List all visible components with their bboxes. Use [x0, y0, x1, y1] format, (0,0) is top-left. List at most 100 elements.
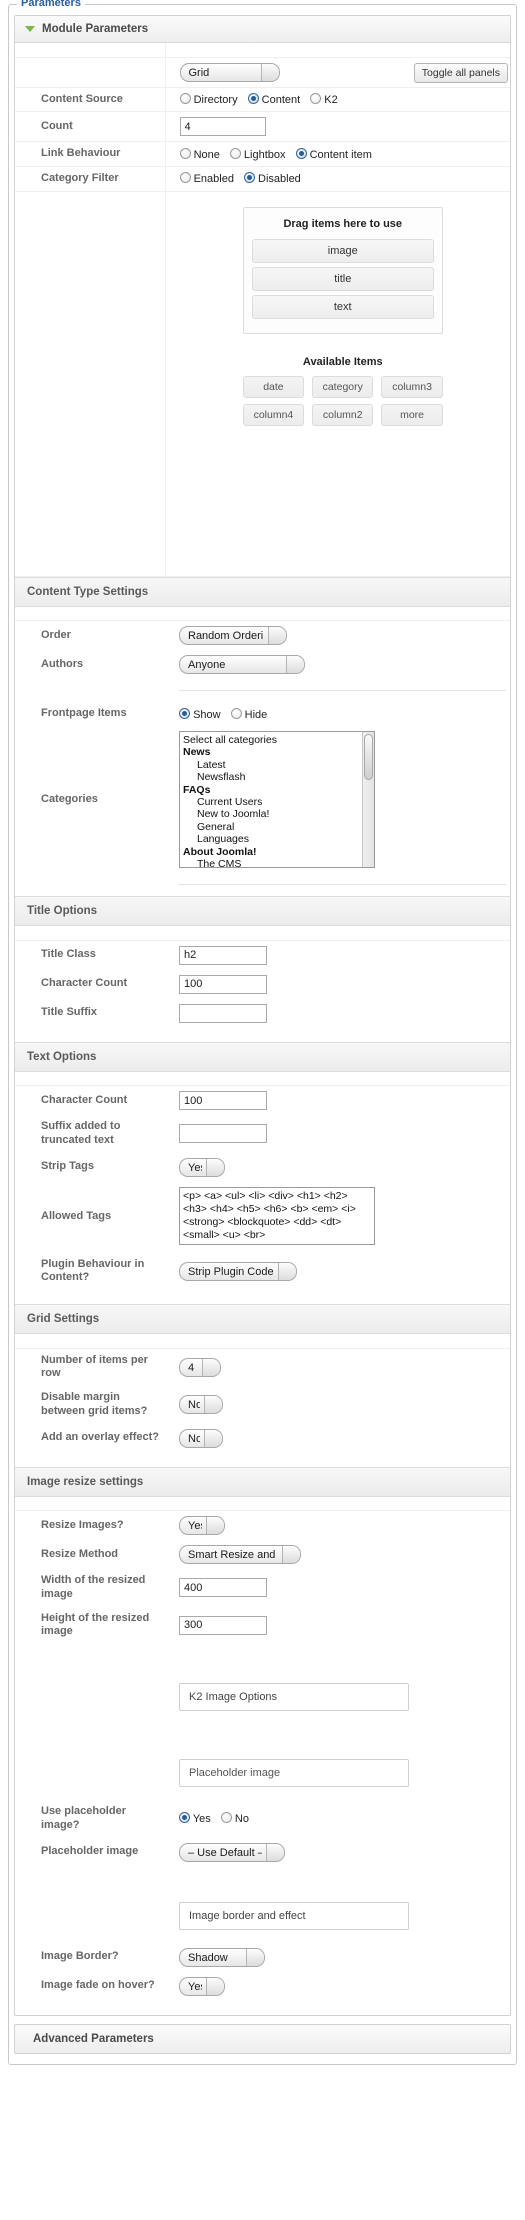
- placeholder-image-select-wrap[interactable]: – Use Default – ▲ ▼: [179, 1842, 285, 1862]
- radio-enabled[interactable]: Enabled: [179, 172, 234, 185]
- resize-height-input[interactable]: [179, 1615, 267, 1635]
- radio-directory[interactable]: Directory: [179, 92, 238, 106]
- list-item[interactable]: General: [183, 821, 374, 833]
- module-parameters-page: Parameters Module Parameters Grid ▲ ▼ To…: [0, 0, 525, 2065]
- allowed-tags-label: Allowed Tags: [41, 1210, 112, 1223]
- k2-image-options-box[interactable]: K2 Image Options: [179, 1683, 409, 1711]
- list-item[interactable]: The CMS: [183, 858, 374, 867]
- available-item-column3[interactable]: column3: [381, 375, 443, 398]
- scrollbar-thumb[interactable]: [364, 734, 373, 780]
- overlay-effect-select-wrap[interactable]: No ▲ ▼: [179, 1428, 223, 1448]
- resize-images-select[interactable]: Yes: [179, 1516, 225, 1535]
- listbox-scrollbar[interactable]: [362, 732, 374, 867]
- radio-none[interactable]: None: [179, 147, 220, 161]
- spacer-row: [15, 606, 510, 622]
- title-class-input[interactable]: [179, 945, 267, 965]
- categories-row: Categories Select all categories News La…: [15, 726, 510, 873]
- radio-show[interactable]: Show: [179, 707, 221, 721]
- disable-margin-select[interactable]: No: [179, 1395, 223, 1415]
- overlay-effect-select[interactable]: No: [179, 1428, 223, 1448]
- suffix-truncated-input[interactable]: [179, 1124, 267, 1144]
- k2-image-options-row: K2 Image Options Placeholder image: [15, 1644, 510, 1800]
- available-item-more[interactable]: more: [381, 403, 443, 426]
- section-image-resize-settings: Image resize settings: [15, 1466, 510, 1497]
- items-per-row-select[interactable]: 4: [179, 1357, 221, 1377]
- used-item-title[interactable]: title: [251, 266, 434, 291]
- radio-none-label: None: [193, 148, 220, 161]
- resize-method-select-wrap[interactable]: Smart Resize and Crop ▲ ▼: [179, 1545, 301, 1564]
- available-item-date[interactable]: date: [242, 375, 305, 398]
- text-character-count-input[interactable]: [179, 1091, 267, 1110]
- categories-listbox[interactable]: Select all categories News Latest Newsfl…: [179, 731, 375, 868]
- spacer-row: [15, 2001, 510, 2015]
- layout-select[interactable]: Grid: [179, 62, 280, 82]
- used-item-image[interactable]: image: [251, 238, 434, 263]
- placeholder-image-box[interactable]: Placeholder image: [179, 1759, 409, 1787]
- image-border-effect-box[interactable]: Image border and effect: [179, 1901, 409, 1930]
- strip-tags-select[interactable]: Yes: [179, 1157, 225, 1177]
- available-item-column2[interactable]: column2: [312, 403, 374, 426]
- resize-width-input[interactable]: [179, 1578, 267, 1598]
- list-item[interactable]: Latest: [183, 759, 374, 771]
- list-item[interactable]: FAQs: [183, 784, 374, 796]
- content-source-field: Directory Content K2: [165, 87, 510, 113]
- resize-images-label: Resize Images?: [41, 1518, 124, 1531]
- image-border-select[interactable]: Shadow: [179, 1947, 265, 1967]
- radio-placeholder-no-label: No: [234, 1813, 249, 1826]
- resize-method-select[interactable]: Smart Resize and Crop: [179, 1545, 301, 1564]
- radio-hide[interactable]: Hide: [230, 707, 267, 721]
- items-per-row-label: Number of items per row: [41, 1353, 148, 1380]
- items-per-row-select-wrap[interactable]: 4 ▲ ▼: [179, 1357, 221, 1377]
- image-fade-select[interactable]: Yes: [179, 1976, 225, 1996]
- available-items-row: date category column3: [242, 375, 443, 398]
- list-item[interactable]: Newsflash: [183, 771, 374, 783]
- disable-margin-select-wrap[interactable]: No ▲ ▼: [179, 1395, 223, 1415]
- title-class-label: Title Class: [41, 948, 96, 961]
- list-item[interactable]: Select all categories: [183, 734, 374, 746]
- plugin-behaviour-select[interactable]: Strip Plugin Code: [179, 1261, 297, 1281]
- list-item[interactable]: Current Users: [183, 796, 374, 808]
- plugin-behaviour-select-wrap[interactable]: Strip Plugin Code ▲ ▼: [179, 1261, 297, 1281]
- order-select[interactable]: Random Ordering: [179, 626, 287, 646]
- link-behaviour-field: None Lightbox Content item: [165, 141, 510, 167]
- strip-tags-select-wrap[interactable]: Yes ▲ ▼: [179, 1157, 225, 1177]
- radio-placeholder-no[interactable]: No: [220, 1812, 249, 1826]
- image-border-select-wrap[interactable]: Shadow ▲ ▼: [179, 1947, 265, 1967]
- radio-k2[interactable]: K2: [310, 92, 338, 106]
- advanced-parameters-title: Advanced Parameters: [33, 2032, 154, 2045]
- authors-select[interactable]: Anyone: [179, 655, 305, 675]
- parameters-legend: Parameters: [17, 0, 85, 9]
- authors-select-wrap[interactable]: Anyone ▲ ▼: [179, 655, 305, 675]
- count-input[interactable]: [179, 117, 266, 137]
- link-behaviour-label: Link Behaviour: [15, 141, 166, 167]
- module-parameters-header[interactable]: Module Parameters: [15, 16, 510, 43]
- used-item-text[interactable]: text: [251, 294, 434, 319]
- toggle-all-panels-button[interactable]: Toggle all panels: [413, 62, 508, 83]
- order-select-wrap[interactable]: Random Ordering ▲ ▼: [179, 626, 287, 646]
- layout-select-wrap[interactable]: Grid ▲ ▼: [179, 62, 280, 82]
- radio-content-item[interactable]: Content item: [295, 147, 372, 161]
- divider: [179, 690, 506, 692]
- resize-images-select-wrap[interactable]: Yes ▲ ▼: [179, 1516, 225, 1535]
- allowed-tags-textarea[interactable]: <p> <a> <ul> <li> <div> <h1> <h2> <h3> <…: [179, 1186, 375, 1245]
- radio-lightbox[interactable]: Lightbox: [229, 147, 286, 161]
- radio-placeholder-yes[interactable]: Yes: [179, 1812, 211, 1825]
- strip-tags-row: Strip Tags Yes ▲ ▼: [15, 1153, 510, 1182]
- builder-label: [15, 191, 166, 577]
- list-item[interactable]: News: [183, 746, 374, 758]
- placeholder-image-select[interactable]: – Use Default –: [179, 1842, 285, 1862]
- dropzone[interactable]: Drag items here to use image title text: [242, 206, 443, 334]
- title-character-count-input[interactable]: [179, 974, 267, 994]
- available-item-category[interactable]: category: [312, 375, 374, 398]
- radio-content[interactable]: Content: [247, 92, 300, 106]
- list-item[interactable]: About Joomla!: [183, 846, 374, 858]
- resize-height-label: Height of the resized image: [41, 1611, 150, 1638]
- radio-disabled[interactable]: Disabled: [243, 172, 301, 185]
- title-suffix-input[interactable]: [179, 1003, 267, 1023]
- count-label: Count: [15, 111, 166, 143]
- available-item-column4[interactable]: column4: [242, 403, 305, 426]
- image-fade-select-wrap[interactable]: Yes ▲ ▼: [179, 1976, 225, 1996]
- list-item[interactable]: New to Joomla!: [183, 808, 374, 820]
- advanced-parameters-panel[interactable]: Advanced Parameters: [14, 2023, 511, 2054]
- list-item[interactable]: Languages: [183, 833, 374, 845]
